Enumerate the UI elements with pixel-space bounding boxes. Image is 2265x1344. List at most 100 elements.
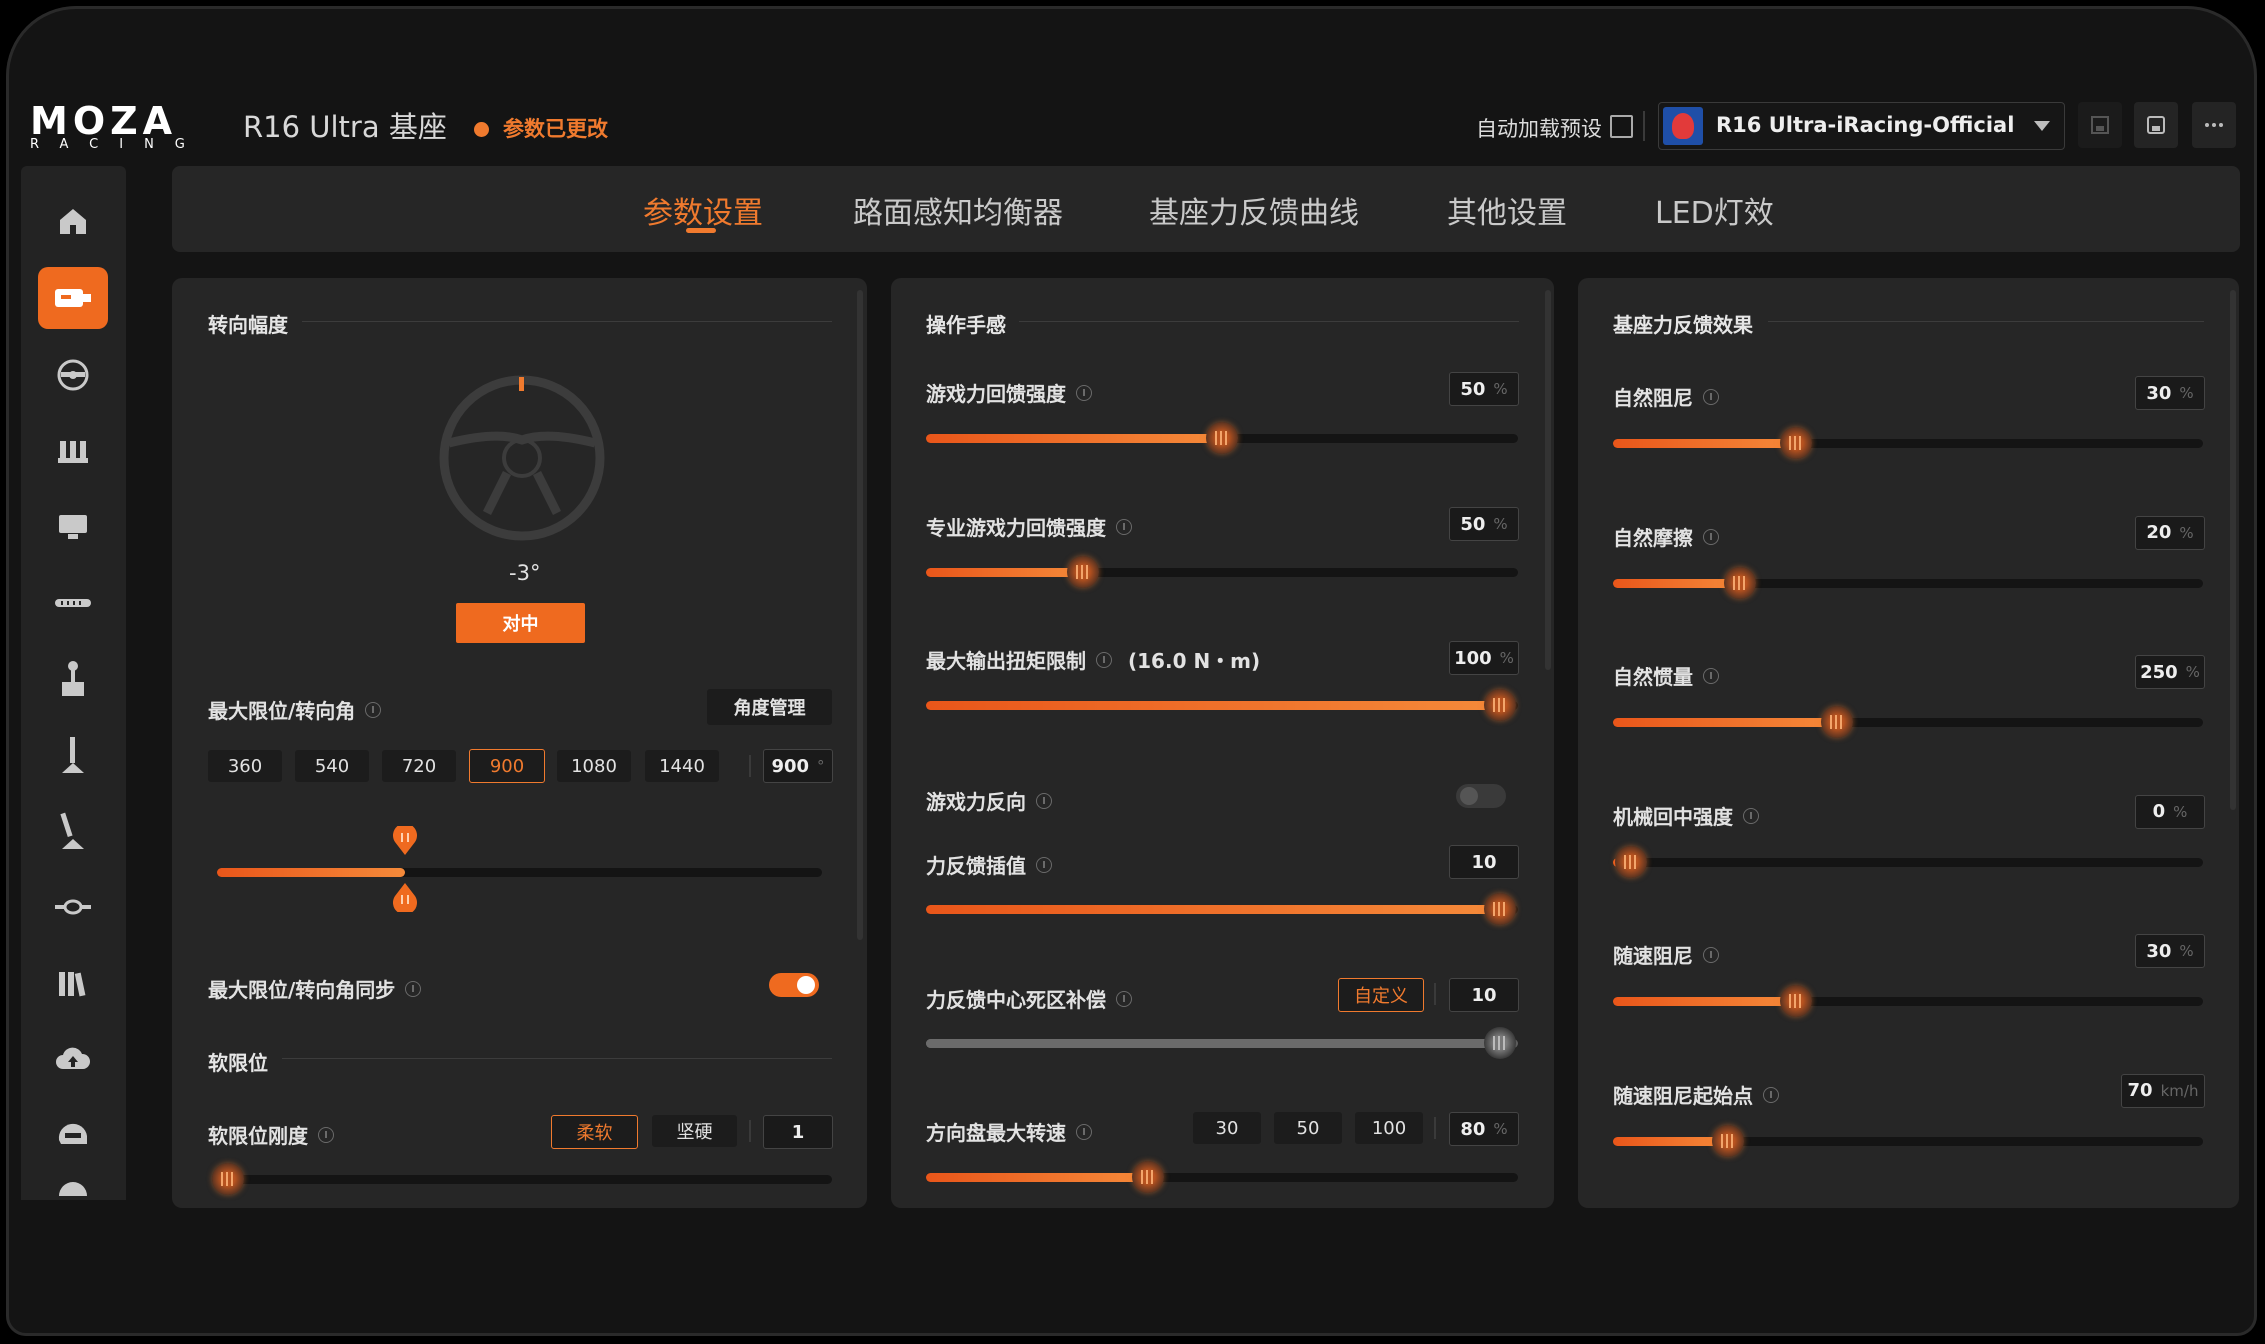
pro-ffb-input[interactable]: 50%	[1449, 507, 1519, 541]
angle-preset-900[interactable]: 900	[469, 749, 545, 783]
natural-damping-slider[interactable]	[1613, 427, 2203, 459]
max-torque-slider[interactable]	[926, 689, 1518, 721]
soft-value-input[interactable]: 1	[763, 1115, 833, 1149]
scrollbar[interactable]	[2230, 290, 2236, 810]
ffb-interp-slider[interactable]	[926, 893, 1518, 925]
save-preset-button[interactable]	[2078, 102, 2122, 148]
natural-friction-slider[interactable]	[1613, 566, 2203, 599]
slider-handle[interactable]	[1484, 893, 1517, 925]
scrollbar[interactable]	[857, 290, 863, 940]
sidebar-item-dashboard[interactable]	[38, 496, 108, 558]
hard-button[interactable]: 坚硬	[652, 1115, 737, 1147]
deadzone-input[interactable]: 10	[1449, 978, 1519, 1012]
angle-value-input[interactable]: 900 °	[763, 749, 833, 783]
speed-preset-50[interactable]: 50	[1274, 1112, 1342, 1144]
slider-handle[interactable]	[1712, 1124, 1745, 1157]
sidebar-item-hub[interactable]	[38, 876, 108, 938]
natural-friction-input[interactable]: 20%	[2135, 515, 2205, 550]
deadzone-slider[interactable]	[926, 1027, 1518, 1059]
max-speed-slider[interactable]	[926, 1161, 1518, 1193]
slider-handle[interactable]	[1614, 845, 1647, 878]
speed-damping-start-input[interactable]: 70 km/h	[2121, 1073, 2205, 1108]
tab-params[interactable]: 参数设置	[643, 188, 763, 232]
sidebar-item-library[interactable]	[38, 952, 108, 1014]
angle-preset-540[interactable]: 540	[295, 750, 369, 782]
sidebar-item-wheelbase[interactable]	[38, 267, 108, 329]
info-icon[interactable]	[1743, 807, 1759, 824]
speed-preset-30[interactable]: 30	[1193, 1112, 1261, 1144]
pin-top-icon[interactable]	[392, 826, 418, 856]
deadzone-custom-button[interactable]: 自定义	[1338, 978, 1424, 1012]
info-icon[interactable]	[1703, 668, 1719, 684]
mech-center-input[interactable]: 0%	[2135, 794, 2205, 829]
ffb-strength-input[interactable]: 50%	[1449, 372, 1519, 406]
tab-ffb-curve[interactable]: 基座力反馈曲线	[1149, 188, 1359, 232]
speed-preset-100[interactable]: 100	[1355, 1112, 1423, 1144]
speed-damping-start-slider[interactable]	[1613, 1124, 2203, 1157]
ffb-interp-input[interactable]: 10	[1449, 845, 1519, 879]
speed-damping-slider[interactable]	[1613, 985, 2203, 1017]
ffb-strength-slider[interactable]	[926, 422, 1518, 454]
info-icon[interactable]	[1703, 528, 1719, 545]
angle-preset-1080[interactable]: 1080	[557, 750, 631, 782]
pro-ffb-slider[interactable]	[926, 556, 1518, 588]
slider-handle[interactable]	[1484, 1027, 1517, 1059]
info-icon[interactable]	[1763, 1086, 1779, 1103]
scrollbar[interactable]	[1545, 290, 1551, 670]
angle-slider[interactable]	[217, 826, 822, 912]
angle-preset-360[interactable]: 360	[208, 750, 282, 782]
sidebar-item-shifter[interactable]	[38, 648, 108, 710]
soft-button[interactable]: 柔软	[551, 1115, 638, 1149]
sidebar-item-helmet[interactable]	[38, 1104, 108, 1166]
max-torque-input[interactable]: 100%	[1449, 641, 1519, 675]
sidebar-item-more[interactable]	[38, 1166, 108, 1200]
slider-handle[interactable]	[1066, 556, 1099, 588]
info-icon[interactable]	[405, 981, 422, 997]
info-icon[interactable]	[1096, 652, 1112, 668]
info-icon[interactable]	[318, 1127, 334, 1143]
mech-center-slider[interactable]	[1613, 845, 2203, 878]
slider-handle[interactable]	[1779, 427, 1812, 459]
info-icon[interactable]	[1116, 991, 1132, 1007]
tab-road-eq[interactable]: 路面感知均衡器	[853, 188, 1063, 232]
info-icon[interactable]	[1703, 389, 1719, 405]
save-as-button[interactable]	[2134, 102, 2178, 148]
sync-toggle[interactable]	[769, 973, 819, 997]
preset-select[interactable]: R16 Ultra-iRacing-Official	[1658, 102, 2065, 150]
angle-preset-1440[interactable]: 1440	[645, 750, 719, 782]
info-icon[interactable]	[1076, 1124, 1092, 1140]
slider-handle[interactable]	[1132, 1161, 1164, 1193]
ffb-reverse-toggle[interactable]	[1456, 784, 1506, 808]
pin-bottom-icon[interactable]	[392, 882, 418, 912]
slider-handle[interactable]	[1484, 689, 1517, 721]
slider-handle[interactable]	[1723, 566, 1756, 599]
info-icon[interactable]	[1036, 857, 1052, 873]
info-icon[interactable]	[1036, 793, 1052, 809]
natural-inertia-slider[interactable]	[1613, 706, 2203, 738]
angle-manage-button[interactable]: 角度管理	[707, 689, 832, 725]
sidebar-item-pedals[interactable]	[38, 420, 108, 482]
slider-handle[interactable]	[1821, 706, 1854, 738]
slider-handle[interactable]	[1206, 422, 1238, 454]
natural-inertia-input[interactable]: 250%	[2135, 655, 2205, 689]
sidebar-item-home[interactable]	[38, 190, 108, 252]
speed-damping-input[interactable]: 30%	[2135, 934, 2205, 968]
info-icon[interactable]	[1703, 947, 1719, 963]
sidebar-item-sequential[interactable]	[38, 724, 108, 786]
sidebar-item-cloud[interactable]	[38, 1028, 108, 1090]
sidebar-item-steering-wheel[interactable]	[38, 344, 108, 406]
info-icon[interactable]	[1076, 385, 1092, 401]
slider-handle[interactable]	[212, 1163, 244, 1195]
more-options-button[interactable]	[2192, 102, 2236, 148]
autoload-checkbox[interactable]	[1610, 115, 1633, 138]
angle-preset-720[interactable]: 720	[382, 750, 456, 782]
sidebar-item-handbrake[interactable]	[38, 572, 108, 634]
natural-damping-input[interactable]: 30%	[2135, 376, 2205, 410]
info-icon[interactable]	[365, 702, 382, 718]
tab-led[interactable]: LED灯效	[1655, 188, 1774, 232]
max-speed-input[interactable]: 80%	[1449, 1112, 1519, 1146]
soft-stiffness-slider[interactable]	[212, 1163, 832, 1195]
slider-handle[interactable]	[1779, 985, 1812, 1017]
sidebar-item-stick[interactable]	[38, 800, 108, 862]
info-icon[interactable]	[1116, 519, 1132, 535]
